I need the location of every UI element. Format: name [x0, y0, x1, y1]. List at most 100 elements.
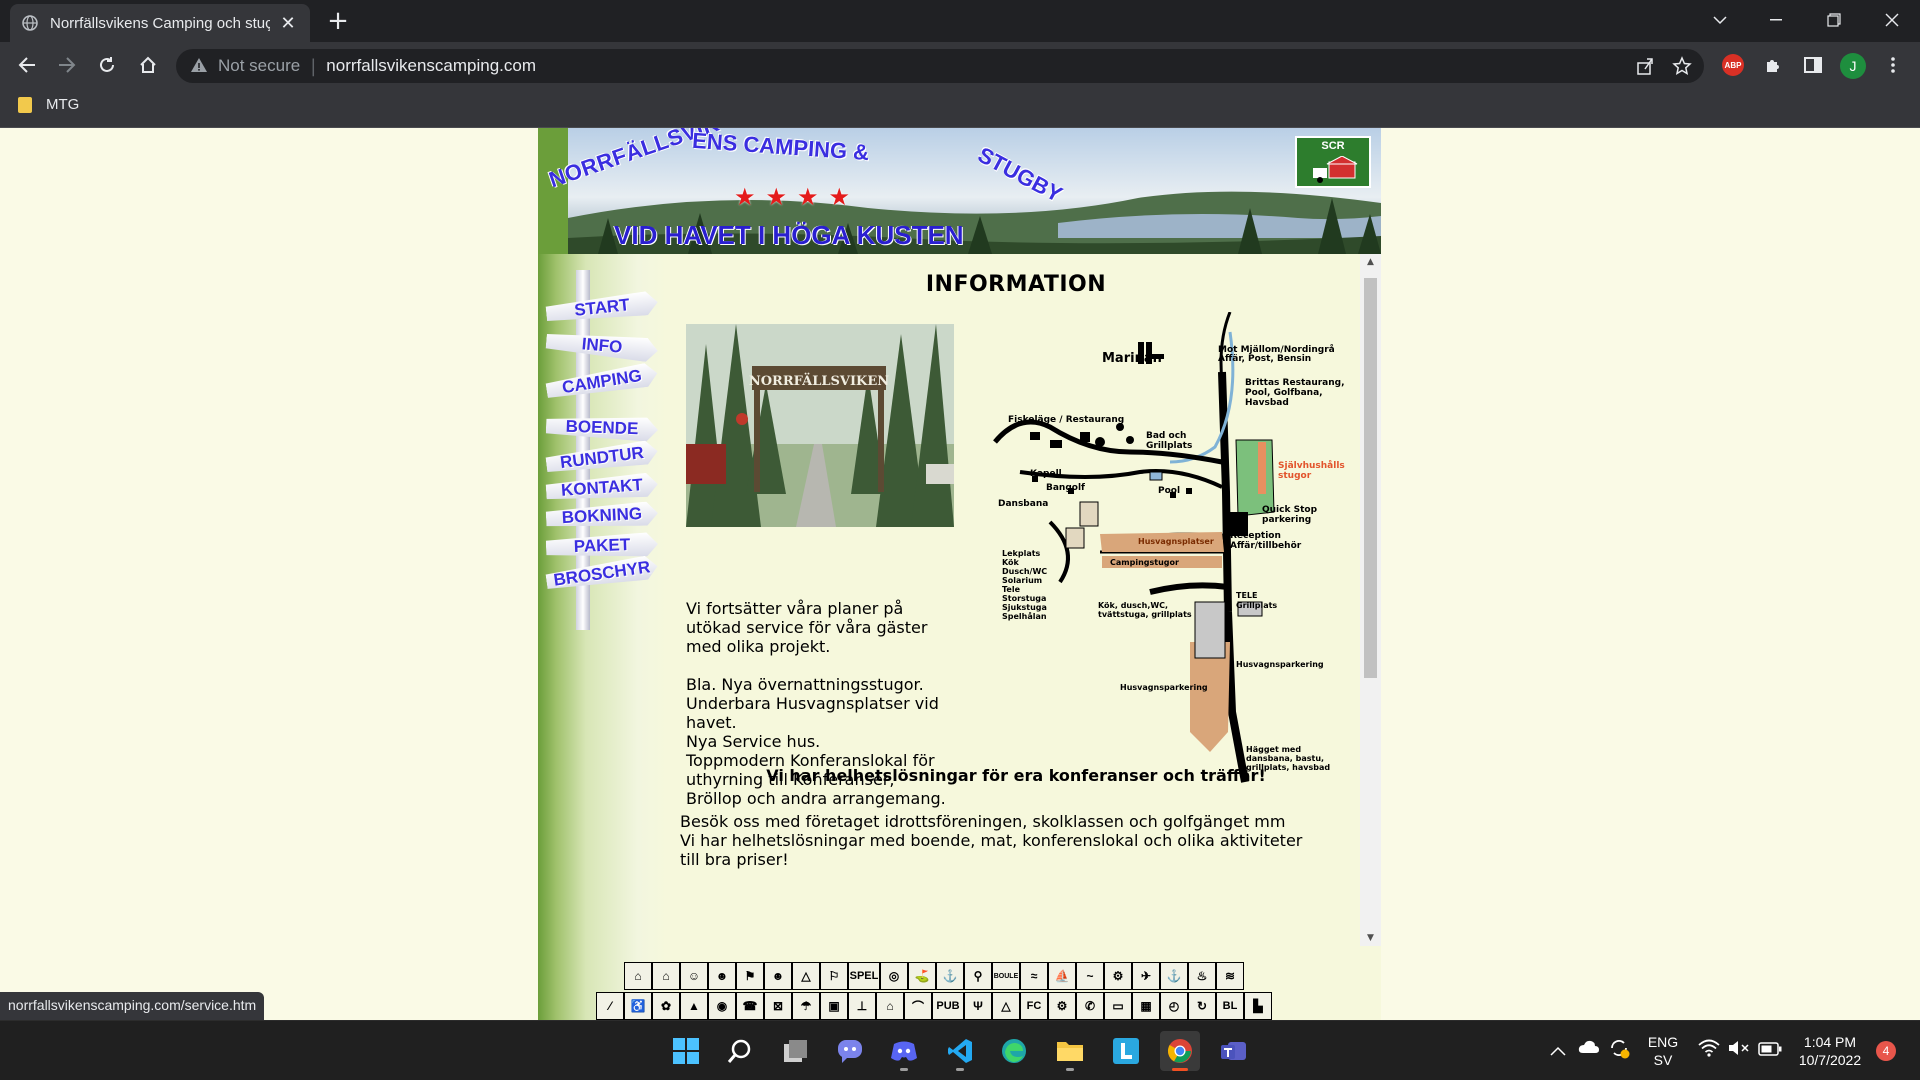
- battery-icon[interactable]: [1758, 1041, 1782, 1060]
- cashier-icon[interactable]: ▦: [1132, 992, 1160, 1020]
- family-icon[interactable]: ☻: [708, 962, 736, 990]
- forward-arrow-icon[interactable]: [52, 50, 82, 80]
- tv-icon[interactable]: ▭: [1104, 992, 1132, 1020]
- anchor-icon[interactable]: ⚓: [1160, 962, 1188, 990]
- bike-rental-icon[interactable]: ⚙: [1048, 992, 1076, 1020]
- canoe-icon[interactable]: ~: [1076, 962, 1104, 990]
- nav-paket[interactable]: PAKET: [546, 532, 659, 560]
- kebab-menu-icon[interactable]: [1878, 50, 1908, 80]
- nav-bokning[interactable]: BOKNING: [545, 501, 658, 531]
- teams-chat-icon[interactable]: [830, 1031, 870, 1071]
- bookmark-folder-mtg[interactable]: MTG: [18, 96, 79, 113]
- close-window-icon[interactable]: [1864, 0, 1920, 40]
- surfing-icon[interactable]: ≈: [1020, 962, 1048, 990]
- bookmark-star-icon[interactable]: [1672, 56, 1692, 80]
- scr-logo[interactable]: SCR: [1295, 136, 1371, 188]
- nav-camping[interactable]: CAMPING: [545, 361, 659, 402]
- tractor-icon[interactable]: ▙: [1244, 992, 1272, 1020]
- url-text[interactable]: norrfallsvikenscamping.com: [326, 56, 536, 76]
- boat-icon[interactable]: ⛵: [1048, 962, 1076, 990]
- target-icon[interactable]: ◎: [880, 962, 908, 990]
- file-explorer-icon[interactable]: [1050, 1031, 1090, 1071]
- chevron-up-icon[interactable]: [1550, 1041, 1566, 1060]
- nav-broschyr[interactable]: BROSCHYR: [545, 554, 659, 593]
- nav-start[interactable]: START: [545, 290, 659, 326]
- new-tab-button[interactable]: +: [326, 8, 350, 34]
- windows-start-icon[interactable]: [666, 1031, 706, 1071]
- profile-avatar[interactable]: J: [1840, 53, 1866, 79]
- caravan-icon[interactable]: ▲: [680, 992, 708, 1020]
- minimize-icon[interactable]: [1748, 0, 1804, 40]
- dog-icon[interactable]: ✿: [652, 992, 680, 1020]
- security-label[interactable]: Not secure: [218, 56, 300, 76]
- bus-icon[interactable]: ▣: [820, 992, 848, 1020]
- golf-icon[interactable]: ⛳: [908, 962, 936, 990]
- scrollbar-thumb[interactable]: [1364, 278, 1377, 678]
- waves-icon[interactable]: ≋: [1216, 962, 1244, 990]
- bl-icon[interactable]: BL: [1216, 992, 1244, 1020]
- spel-icon[interactable]: SPEL: [848, 962, 880, 990]
- sauna-icon[interactable]: ♨: [1188, 962, 1216, 990]
- boule-icon[interactable]: BOULE: [992, 962, 1020, 990]
- pub-icon[interactable]: PUB: [932, 992, 964, 1020]
- onedrive-cloud-icon[interactable]: [1578, 1039, 1600, 1058]
- discord-icon[interactable]: [884, 1031, 924, 1071]
- playground-icon[interactable]: ⚐: [820, 962, 848, 990]
- nav-kontakt[interactable]: KONTAKT: [545, 472, 658, 504]
- bicycle-icon[interactable]: ⚙: [1104, 962, 1132, 990]
- search-icon[interactable]: [720, 1031, 760, 1071]
- tab-search-icon[interactable]: [1692, 0, 1748, 40]
- restaurant-icon[interactable]: Ψ: [964, 992, 992, 1020]
- tab-active[interactable]: Norrfällsvikens Camping och stuç ✕: [10, 4, 310, 42]
- nav-rundtur[interactable]: RUNDTUR: [545, 439, 659, 476]
- chrome-icon[interactable]: [1160, 1031, 1200, 1071]
- notification-badge[interactable]: 4: [1876, 1041, 1896, 1061]
- home-icon[interactable]: [133, 50, 163, 80]
- ski-icon[interactable]: ⁄: [596, 992, 624, 1020]
- fc-icon[interactable]: FC: [1020, 992, 1048, 1020]
- boat-launch-icon[interactable]: ⌒: [904, 992, 932, 1020]
- person-icon[interactable]: ☺: [680, 962, 708, 990]
- extensions-puzzle-icon[interactable]: [1758, 50, 1788, 80]
- back-arrow-icon[interactable]: [12, 50, 42, 80]
- clock-icon[interactable]: ◴: [1160, 992, 1188, 1020]
- hiking-icon[interactable]: ⚑: [736, 962, 764, 990]
- phone-booth-icon[interactable]: ☎: [736, 992, 764, 1020]
- group-icon[interactable]: ☻: [764, 962, 792, 990]
- frame-scrollbar[interactable]: ▲ ▼: [1360, 254, 1381, 946]
- reload-icon[interactable]: [92, 50, 122, 80]
- laundry-icon[interactable]: ◉: [708, 992, 736, 1020]
- recycle-icon[interactable]: ↻: [1188, 992, 1216, 1020]
- warning-triangle-icon[interactable]: [190, 57, 208, 75]
- edge-icon[interactable]: [994, 1031, 1034, 1071]
- tent-icon[interactable]: △: [792, 962, 820, 990]
- close-tab-icon[interactable]: ✕: [278, 13, 298, 34]
- tap-icon[interactable]: ⊥: [848, 992, 876, 1020]
- task-view-icon[interactable]: [776, 1031, 816, 1071]
- fishing-icon[interactable]: ⚓: [936, 962, 964, 990]
- share-icon[interactable]: [1636, 57, 1654, 79]
- nav-boende[interactable]: BOENDE: [546, 414, 659, 442]
- clock[interactable]: 1:04 PM 10/7/2022: [1790, 1033, 1870, 1069]
- gas-icon[interactable]: △: [992, 992, 1020, 1020]
- nav-info[interactable]: INFO: [545, 329, 659, 363]
- cabin-icon[interactable]: ⌂: [652, 962, 680, 990]
- sync-warning-icon[interactable]: [1608, 1037, 1630, 1063]
- app-l-icon[interactable]: [1106, 1031, 1146, 1071]
- wheelchair-icon[interactable]: ♿: [624, 992, 652, 1020]
- house-icon[interactable]: ⌂: [624, 962, 652, 990]
- scroll-up-arrow-icon[interactable]: ▲: [1360, 254, 1381, 270]
- scroll-down-arrow-icon[interactable]: ▼: [1360, 930, 1381, 946]
- vscode-icon[interactable]: [940, 1031, 980, 1071]
- adblock-extension-icon[interactable]: ABP: [1722, 54, 1744, 76]
- shower-icon[interactable]: ☂: [792, 992, 820, 1020]
- teams-icon[interactable]: [1214, 1031, 1254, 1071]
- wifi-icon[interactable]: [1698, 1039, 1720, 1061]
- walking-icon[interactable]: ⚲: [964, 962, 992, 990]
- shelter-icon[interactable]: ⌂: [876, 992, 904, 1020]
- telephone-icon[interactable]: ✆: [1076, 992, 1104, 1020]
- side-panel-icon[interactable]: [1798, 50, 1828, 80]
- volume-muted-icon[interactable]: [1728, 1040, 1750, 1060]
- restore-icon[interactable]: [1806, 0, 1862, 40]
- washing-machine-icon[interactable]: ⊠: [764, 992, 792, 1020]
